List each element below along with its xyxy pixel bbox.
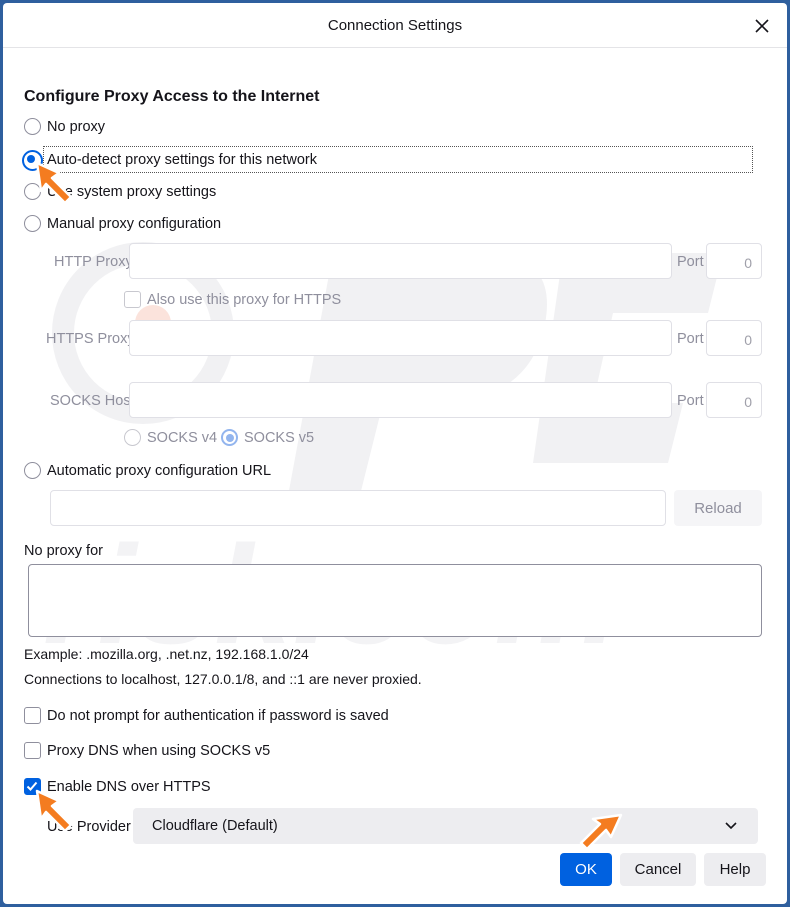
socks-port-input[interactable]: 0: [706, 382, 762, 418]
no-prompt-auth-checkbox[interactable]: [24, 707, 41, 724]
socks-host-label: SOCKS Host: [50, 393, 135, 409]
https-port-value: 0: [744, 332, 752, 348]
connection-settings-dialog: risk.com Connection Settings Configure P…: [3, 3, 787, 904]
http-port-value: 0: [744, 255, 752, 271]
manual-radio[interactable]: [24, 215, 41, 232]
cancel-button[interactable]: Cancel: [620, 853, 696, 886]
manual-label[interactable]: Manual proxy configuration: [47, 216, 221, 232]
use-system-label[interactable]: Use system proxy settings: [47, 184, 216, 200]
dialog-title: Connection Settings: [327, 17, 463, 34]
title-bar: Connection Settings: [3, 3, 787, 48]
no-proxy-note: Connections to localhost, 127.0.0.1/8, a…: [24, 671, 422, 687]
use-system-radio[interactable]: [24, 183, 41, 200]
enable-doh-label[interactable]: Enable DNS over HTTPS: [47, 779, 211, 795]
no-prompt-auth-label[interactable]: Do not prompt for authentication if pass…: [47, 708, 389, 724]
section-heading: Configure Proxy Access to the Internet: [24, 88, 320, 105]
watermark-logo: risk.com: [43, 242, 723, 673]
auto-detect-label[interactable]: Auto-detect proxy settings for this netw…: [47, 152, 317, 168]
auto-url-label[interactable]: Automatic proxy configuration URL: [47, 463, 271, 479]
help-button[interactable]: Help: [704, 853, 766, 886]
socks-v4-label[interactable]: SOCKS v4: [147, 430, 217, 446]
http-port-label: Port: [677, 254, 704, 270]
close-icon: [755, 19, 769, 33]
provider-selected-value: Cloudflare (Default): [152, 818, 278, 834]
use-provider-label: Use Provider: [47, 819, 131, 835]
https-port-input[interactable]: 0: [706, 320, 762, 356]
also-use-https-label[interactable]: Also use this proxy for HTTPS: [147, 292, 341, 308]
socks-v5-radio[interactable]: [221, 429, 238, 446]
no-proxy-label[interactable]: No proxy: [47, 119, 105, 135]
https-proxy-label: HTTPS Proxy: [46, 331, 135, 347]
no-proxy-for-label: No proxy for: [24, 543, 103, 559]
socks-host-input[interactable]: [129, 382, 672, 418]
https-proxy-input[interactable]: [129, 320, 672, 356]
close-button[interactable]: [749, 13, 775, 39]
auto-detect-radio[interactable]: [22, 150, 43, 171]
also-use-https-checkbox[interactable]: [124, 291, 141, 308]
ok-button[interactable]: OK: [560, 853, 612, 886]
no-proxy-example: Example: .mozilla.org, .net.nz, 192.168.…: [24, 646, 309, 662]
reload-button[interactable]: Reload: [674, 490, 762, 526]
proxy-dns-checkbox[interactable]: [24, 742, 41, 759]
http-proxy-input[interactable]: [129, 243, 672, 279]
https-port-label: Port: [677, 331, 704, 347]
socks-v5-label[interactable]: SOCKS v5: [244, 430, 314, 446]
auto-url-input[interactable]: [50, 490, 666, 526]
enable-doh-checkbox[interactable]: [24, 778, 41, 795]
proxy-dns-label[interactable]: Proxy DNS when using SOCKS v5: [47, 743, 270, 759]
no-proxy-radio[interactable]: [24, 118, 41, 135]
socks-v4-radio[interactable]: [124, 429, 141, 446]
auto-url-radio[interactable]: [24, 462, 41, 479]
http-port-input[interactable]: 0: [706, 243, 762, 279]
no-proxy-for-textarea[interactable]: [28, 564, 762, 637]
provider-select[interactable]: Cloudflare (Default): [133, 808, 758, 844]
chevron-down-icon: [725, 822, 737, 830]
socks-port-value: 0: [744, 394, 752, 410]
http-proxy-label: HTTP Proxy: [54, 254, 133, 270]
socks-port-label: Port: [677, 393, 704, 409]
check-icon: [26, 781, 38, 791]
